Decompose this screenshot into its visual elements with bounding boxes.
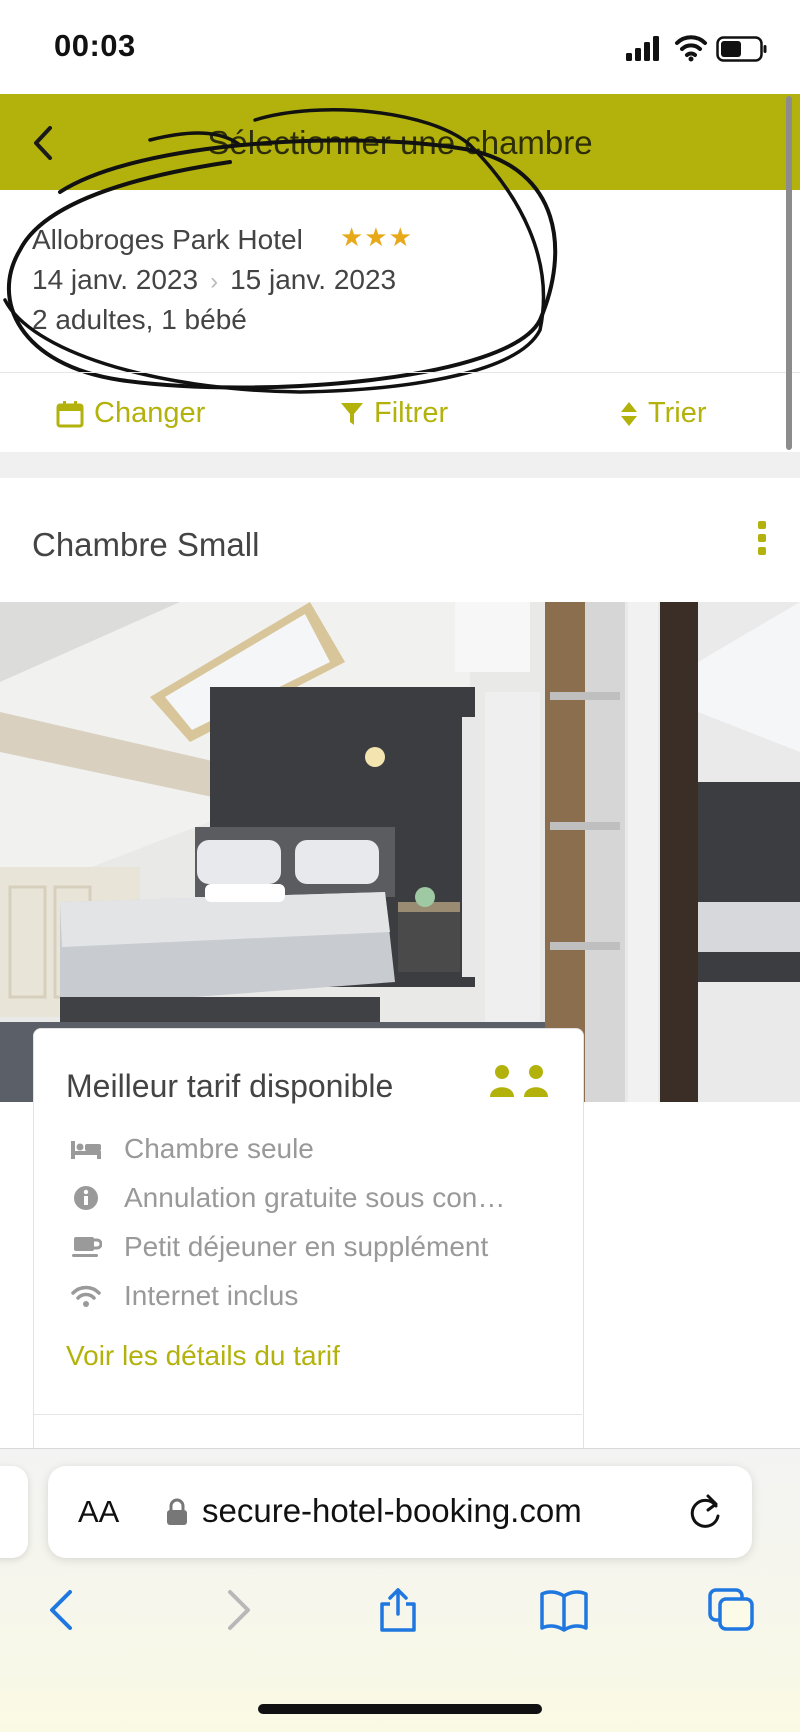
divider [34,1414,582,1415]
feature-label: Chambre seule [124,1133,314,1164]
feature-breakfast: Petit déjeuner en supplément [70,1231,488,1263]
date-to: 15 janv. 2023 [230,264,397,295]
info-icon [74,1186,98,1210]
coffee-icon [72,1237,102,1257]
filter-label: Filtrer [374,397,449,429]
calendar-icon [56,400,84,427]
guest-count: 2 adultes, 1 bébé [32,304,247,335]
filter-icon [341,402,363,425]
reload-icon[interactable] [686,1492,724,1532]
battery-icon [716,36,767,62]
feature-label: Petit déjeuner en supplément [124,1231,489,1262]
stay-dates: 14 janv. 2023 › 15 janv. 2023 [32,264,396,296]
share-icon[interactable] [374,1588,422,1632]
hotel-name: Allobroges Park Hotel [32,224,303,255]
room-title: Chambre Small [32,526,260,563]
change-dates-button[interactable]: Changer [56,397,205,430]
sort-icon [621,401,637,426]
feature-label: Annulation gratuite sous con… [124,1182,506,1213]
sort-button[interactable]: Trier [620,397,707,430]
change-label: Changer [94,397,206,429]
sort-label: Trier [648,397,707,429]
room-photo[interactable] [0,602,800,1102]
filter-button[interactable]: Filtrer [340,397,448,430]
browser-forward-icon[interactable] [212,1588,260,1632]
hotel-stars-icon: ★★★ [340,222,413,252]
scrollbar[interactable] [786,96,792,450]
chevron-right-icon: › [210,268,219,295]
rate-details-link[interactable]: Voir les détails du tarif [66,1340,340,1372]
section-separator [0,452,800,478]
more-options-icon[interactable] [757,520,767,556]
date-from: 14 janv. 2023 [32,264,199,295]
page-title: Sélectionner une chambre [207,124,593,161]
wifi-icon [71,1285,101,1307]
wifi-status-icon [675,35,707,62]
feature-label: Internet inclus [124,1280,299,1311]
bed-icon [71,1141,101,1159]
rate-title: Meilleur tarif disponible [66,1068,394,1104]
cellular-signal-icon [626,36,659,61]
two-persons-icon [490,1065,548,1097]
feature-room-only: Chambre seule [70,1133,314,1165]
feature-cancellation: Annulation gratuite sous con… [70,1182,505,1214]
reader-options-button[interactable]: AA [78,1494,119,1530]
home-indicator[interactable] [258,1704,542,1714]
divider [0,372,800,373]
tabs-icon[interactable] [708,1588,756,1632]
divider [0,1448,800,1449]
status-time: 00:03 [54,28,136,63]
browser-back-icon[interactable] [40,1588,88,1632]
url-text[interactable]: secure-hotel-booking.com [202,1492,582,1530]
bookmarks-icon[interactable] [540,1588,588,1632]
lock-icon [167,1498,187,1525]
previous-tab-preview[interactable] [0,1466,28,1558]
feature-internet: Internet inclus [70,1280,298,1312]
